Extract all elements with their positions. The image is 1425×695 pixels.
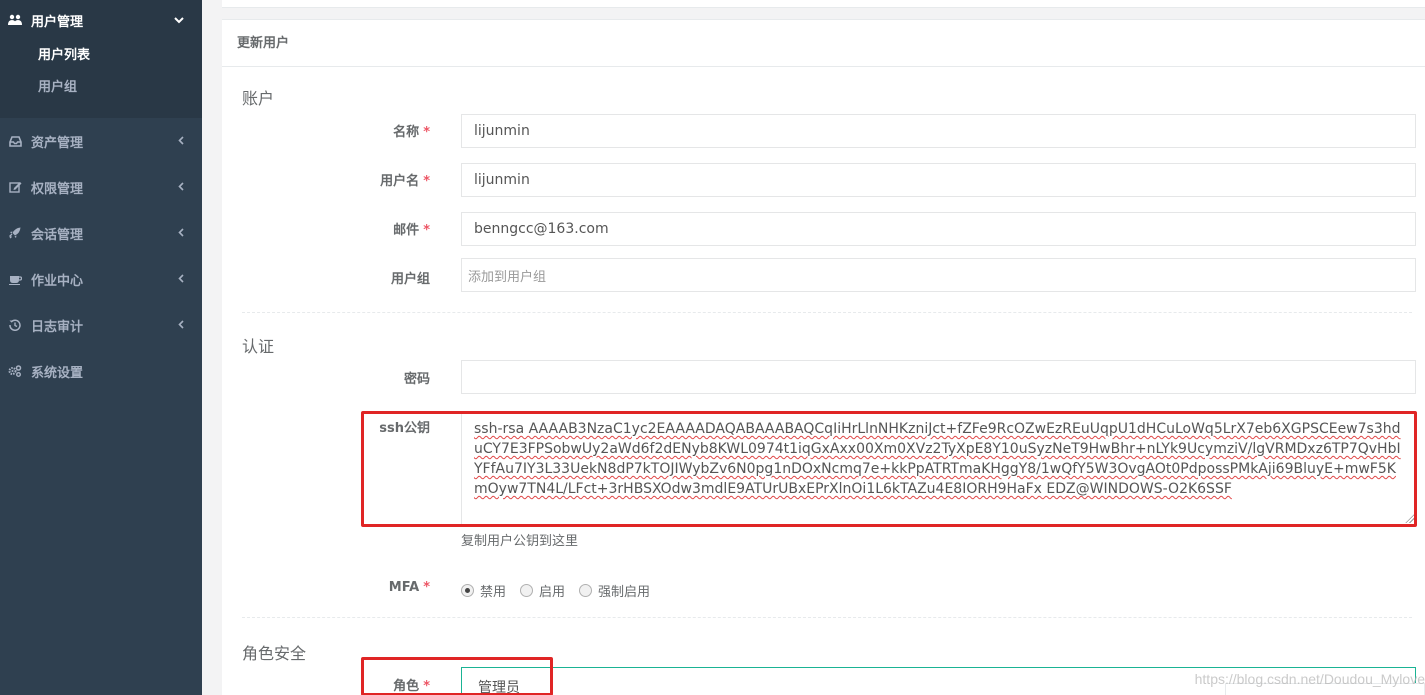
username-label-text: 用户名: [380, 174, 420, 189]
sidebar: 用户管理 用户列表 用户组 资产管理 权限管理 会话管理 作业中心 日志审计 系…: [0, 0, 202, 695]
email-input[interactable]: benngcc@163.com: [461, 212, 1416, 246]
previous-panel-edge: [222, 0, 1425, 8]
update-user-panel: 更新用户 账户 名称 * lijunmin 用户名 * lijunmin 邮件 * b…: [222, 19, 1425, 695]
required-mark: *: [423, 125, 430, 140]
rocket-icon: [8, 226, 22, 240]
nav-group-user-management: 用户管理 用户列表 用户组: [0, 0, 202, 118]
mfa-radio-group: 禁用 启用 强制启用: [461, 581, 664, 600]
section-account-heading: 账户: [242, 89, 275, 108]
gears-icon: [8, 364, 22, 378]
edit-icon: [8, 180, 22, 194]
required-mark: *: [423, 580, 430, 595]
role-label: 角色 *: [222, 675, 430, 694]
divider: [242, 617, 1412, 618]
required-mark: *: [423, 679, 430, 694]
required-mark: *: [423, 223, 430, 238]
radio-dot[interactable]: [520, 584, 534, 597]
radio-label: 启用: [539, 585, 566, 600]
username-input[interactable]: lijunmin: [461, 163, 1416, 197]
ssh-key-help-text: 复制用户公钥到这里: [461, 534, 579, 549]
watermark: https://blog.csdn.net/Doudou_Mylove: [1194, 671, 1425, 687]
nav-label: 用户管理: [31, 14, 84, 30]
ssh-key-label: ssh公钥: [379, 421, 430, 436]
username-label: 用户名 *: [222, 170, 430, 189]
user-group-select[interactable]: 添加到用户组: [461, 258, 1416, 292]
nav-item-audit[interactable]: 日志审计: [0, 302, 202, 348]
nav-item-assets[interactable]: 资产管理: [0, 118, 202, 164]
nav-label: 系统设置: [31, 365, 84, 381]
required-mark: *: [423, 174, 430, 189]
panel-title: 更新用户: [222, 20, 1425, 67]
divider: [242, 312, 1412, 313]
chevron-left-icon: [178, 272, 184, 286]
name-input[interactable]: lijunmin: [461, 114, 1416, 148]
section-auth-heading: 认证: [242, 337, 275, 356]
email-label-text: 邮件: [393, 223, 420, 238]
users-icon: [8, 13, 22, 27]
chevron-left-icon: [178, 134, 184, 148]
ssh-key-textarea[interactable]: ssh-rsa AAAAB3NzaC1yc2EAAAADAQABAAABAQCq…: [461, 412, 1416, 525]
nav-label: 作业中心: [31, 273, 84, 289]
nav-item-jobs[interactable]: 作业中心: [0, 256, 202, 302]
radio-label: 禁用: [480, 585, 507, 600]
radio-label: 强制启用: [598, 585, 651, 600]
mfa-option-force[interactable]: 强制启用: [579, 581, 650, 600]
coffee-icon: [8, 272, 22, 286]
mfa-label: MFA *: [222, 580, 430, 595]
nav-item-user-management[interactable]: 用户管理: [0, 0, 202, 40]
name-label: 名称 *: [222, 121, 430, 140]
radio-dot[interactable]: [579, 584, 593, 597]
name-label-text: 名称: [393, 125, 420, 140]
inbox-icon: [8, 134, 22, 148]
sidebar-item-user-group[interactable]: 用户组: [0, 72, 202, 104]
sidebar-item-user-list[interactable]: 用户列表: [0, 40, 202, 72]
chevron-left-icon: [178, 180, 184, 194]
nav-label: 会话管理: [31, 227, 84, 243]
nav-item-settings[interactable]: 系统设置: [0, 348, 202, 394]
nav-label: 权限管理: [31, 181, 84, 197]
chevron-left-icon: [178, 318, 184, 332]
email-label: 邮件 *: [222, 219, 430, 238]
history-icon: [8, 318, 22, 332]
section-role-heading: 角色安全: [242, 644, 307, 663]
mfa-label-text: MFA: [388, 580, 420, 595]
password-label: 密码: [403, 372, 430, 387]
nav-label: 日志审计: [31, 319, 84, 335]
chevron-left-icon: [178, 226, 184, 240]
password-input[interactable]: [461, 360, 1416, 394]
nav-label: 资产管理: [31, 135, 84, 151]
ssh-key-text: ssh-rsa AAAAB3NzaC1yc2EAAAADAQABAAABAQCq…: [474, 421, 1401, 497]
chevron-down-icon: [174, 13, 184, 27]
role-label-text: 角色: [393, 679, 420, 694]
nav-item-permissions[interactable]: 权限管理: [0, 164, 202, 210]
user-group-label: 用户组: [390, 272, 430, 287]
nav-item-sessions[interactable]: 会话管理: [0, 210, 202, 256]
resize-handle[interactable]: [1405, 514, 1414, 523]
mfa-option-enable[interactable]: 启用: [520, 581, 565, 600]
radio-dot[interactable]: [461, 584, 474, 597]
mfa-option-disable[interactable]: 禁用: [461, 581, 506, 600]
